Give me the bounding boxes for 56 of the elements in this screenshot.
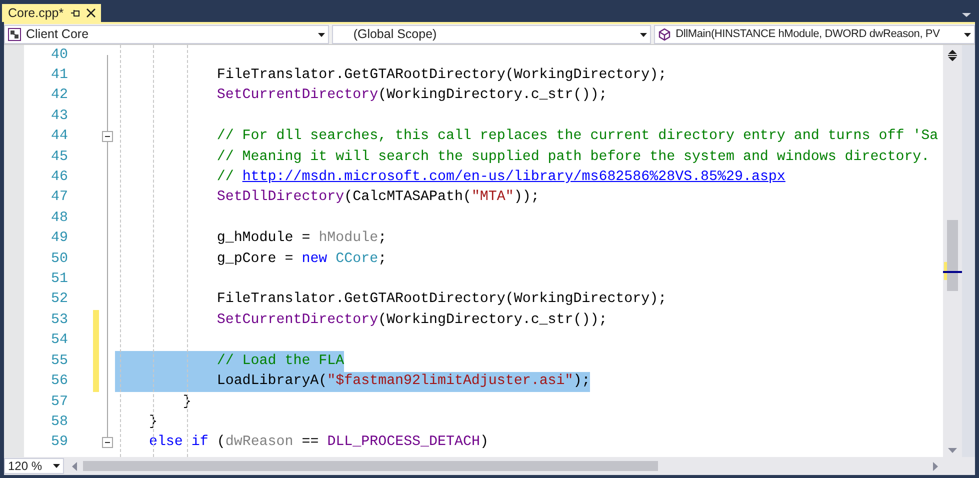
line-number: 59: [50, 433, 68, 452]
code-line: else if (dwReason == DLL_PROCESS_DETACH): [148, 433, 488, 452]
dropdown[interactable]: DllMain(HINSTANCE hModule, DWORD dwReason, PV: [654, 25, 975, 44]
line-number: 48: [50, 208, 68, 228]
code-line: // For dll searches, this call replaces the current directory entry and turns off 'Sa: [216, 127, 938, 146]
line-number: 47: [50, 188, 68, 208]
code-line: g_hModule = hModule;: [216, 229, 387, 248]
line-number: 46: [50, 168, 68, 188]
caret-icon[interactable]: [640, 32, 647, 36]
caret-icon[interactable]: [964, 32, 971, 36]
code-line: SetCurrentDirectory(WorkingDirectory.c_str());: [216, 86, 608, 106]
dropdown[interactable]: Client Core: [4, 25, 330, 44]
pin-icon[interactable]: [70, 8, 80, 18]
line-number: 51: [50, 270, 68, 290]
split-icon[interactable]: [947, 50, 958, 61]
close-icon[interactable]: [86, 8, 96, 18]
line-number: 54: [50, 331, 68, 350]
line-number: 44: [50, 127, 68, 146]
zoom-dropdown[interactable]: 120 %: [4, 458, 64, 474]
collapse-icon[interactable]: [102, 131, 112, 142]
caret-icon[interactable]: [962, 13, 971, 17]
scroll-left-icon[interactable]: [72, 462, 77, 470]
scroll-marker: [943, 262, 962, 281]
project-icon: [8, 28, 21, 41]
line-number: 55: [50, 352, 68, 371]
line-number: 53: [50, 310, 68, 330]
scrollbar-thumb[interactable]: [947, 220, 958, 291]
code-line: g_pCore = new CCore;: [216, 250, 387, 269]
code-line: // Load the FLA: [216, 352, 344, 371]
code-line: // Meaning it will search the supplied path before the system and windows directory.: [216, 148, 930, 167]
code-line: FileTranslator.GetGTARootDirectory(WorkingDirectory);: [216, 66, 667, 85]
code-line: SetCurrentDirectory(WorkingDirectory.c_str());: [216, 310, 608, 330]
caret-icon[interactable]: [53, 464, 60, 468]
line-number: 49: [50, 229, 68, 248]
collapse-icon[interactable]: [102, 437, 112, 448]
scroll-right-icon[interactable]: [933, 462, 938, 470]
line-number: 42: [50, 86, 68, 106]
scroll-down-icon[interactable]: [948, 448, 957, 453]
code-line: // http://msdn.microsoft.com/en-us/library/ms682586%28VS.85%29.aspx: [216, 168, 786, 188]
line-number: 41: [50, 66, 68, 85]
code-line: SetDllDirectory(CalcMTASAPath("MTA"));: [216, 188, 540, 208]
caret-icon[interactable]: [318, 32, 326, 36]
dropdown[interactable]: (Global Scope): [332, 25, 651, 44]
line-number: 40: [50, 46, 68, 65]
line-number: 52: [50, 290, 68, 310]
line-number: 56: [50, 372, 68, 392]
line-number: 57: [50, 392, 68, 412]
code-line: FileTranslator.GetGTARootDirectory(WorkingDirectory);: [216, 290, 667, 310]
line-number: 43: [50, 106, 68, 126]
line-number: 50: [50, 250, 68, 269]
scrollbar-thumb[interactable]: [83, 461, 658, 471]
document-tab[interactable]: Core.cpp*: [2, 4, 101, 22]
line-number: 45: [50, 148, 68, 167]
method-icon: [658, 28, 671, 41]
code-line: LoadLibraryA("$fastman92limitAdjuster.asi");: [216, 372, 590, 392]
line-number: 58: [50, 412, 68, 432]
